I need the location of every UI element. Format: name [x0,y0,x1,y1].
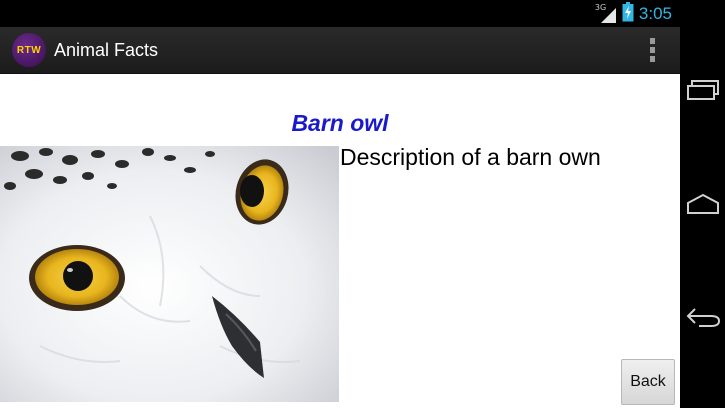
back-icon[interactable] [680,287,725,347]
status-bar: 3G 3:05 [0,0,680,27]
home-icon[interactable] [680,174,725,234]
app-title: Animal Facts [54,40,159,60]
animal-name-heading: Barn owl [291,110,389,136]
status-time: 3:05 [638,4,672,23]
navigation-bar [680,0,725,408]
recent-apps-icon[interactable] [680,60,725,120]
app-logo[interactable]: RTW [12,33,46,67]
animal-image [0,146,339,402]
battery-charging-icon [622,1,634,26]
app-screen: 3G 3:05 RTW Animal Facts Barn owl Descri… [0,0,680,408]
overflow-menu-icon[interactable] [646,37,658,63]
status-icons: 3G 3:05 [594,1,672,26]
network-type-label: 3G [594,2,607,12]
action-bar: RTW Animal Facts [0,27,680,74]
signal-icon: 3G [594,2,617,24]
animal-description: Description of a barn own [340,144,601,170]
back-button[interactable]: Back [621,359,675,405]
